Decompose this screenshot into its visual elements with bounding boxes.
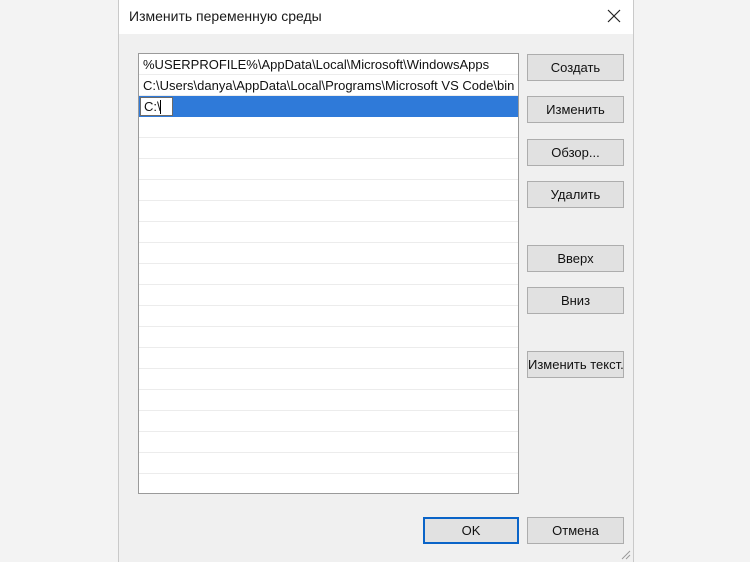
list-item[interactable] — [139, 285, 518, 306]
path-entry-text: %USERPROFILE%\AppData\Local\Microsoft\Wi… — [143, 57, 490, 72]
list-item[interactable] — [139, 243, 518, 264]
list-item[interactable] — [139, 390, 518, 411]
ok-button[interactable]: OK — [423, 517, 519, 544]
edit-env-variable-dialog: Изменить переменную среды %USERPROFILE%\… — [118, 0, 634, 562]
list-item-selected[interactable]: C:\ — [139, 96, 518, 117]
browse-button[interactable]: Обзор... — [527, 139, 624, 166]
list-item[interactable] — [139, 222, 518, 243]
edit-button[interactable]: Изменить — [527, 96, 624, 123]
dialog-title: Изменить переменную среды — [129, 8, 322, 24]
path-list[interactable]: %USERPROFILE%\AppData\Local\Microsoft\Wi… — [138, 53, 519, 494]
list-item[interactable] — [139, 138, 518, 159]
path-edit-input[interactable]: C:\ — [140, 97, 173, 116]
list-item[interactable] — [139, 264, 518, 285]
background-left — [0, 0, 118, 562]
resize-grip-icon[interactable] — [621, 550, 631, 560]
move-down-button[interactable]: Вниз — [527, 287, 624, 314]
list-item[interactable] — [139, 201, 518, 222]
list-item[interactable] — [139, 159, 518, 180]
delete-button[interactable]: Удалить — [527, 181, 624, 208]
list-item[interactable] — [139, 180, 518, 201]
list-item[interactable] — [139, 453, 518, 474]
list-item[interactable]: %USERPROFILE%\AppData\Local\Microsoft\Wi… — [139, 54, 518, 75]
text-caret — [160, 100, 161, 114]
list-item[interactable] — [139, 474, 518, 493]
close-icon — [607, 9, 621, 23]
list-item[interactable] — [139, 348, 518, 369]
list-item[interactable]: C:\Users\danya\AppData\Local\Programs\Mi… — [139, 75, 518, 96]
cancel-button[interactable]: Отмена — [527, 517, 624, 544]
list-item[interactable] — [139, 432, 518, 453]
list-item[interactable] — [139, 117, 518, 138]
close-button[interactable] — [601, 4, 627, 28]
edit-text-button[interactable]: Изменить текст... — [527, 351, 624, 378]
title-bar: Изменить переменную среды — [119, 0, 633, 34]
list-item[interactable] — [139, 327, 518, 348]
path-entry-text: C:\Users\danya\AppData\Local\Programs\Mi… — [143, 78, 515, 93]
path-edit-value: C:\ — [144, 99, 161, 114]
move-up-button[interactable]: Вверх — [527, 245, 624, 272]
list-item[interactable] — [139, 411, 518, 432]
background-right — [634, 0, 750, 562]
list-item[interactable] — [139, 306, 518, 327]
create-button[interactable]: Создать — [527, 54, 624, 81]
list-item[interactable] — [139, 369, 518, 390]
